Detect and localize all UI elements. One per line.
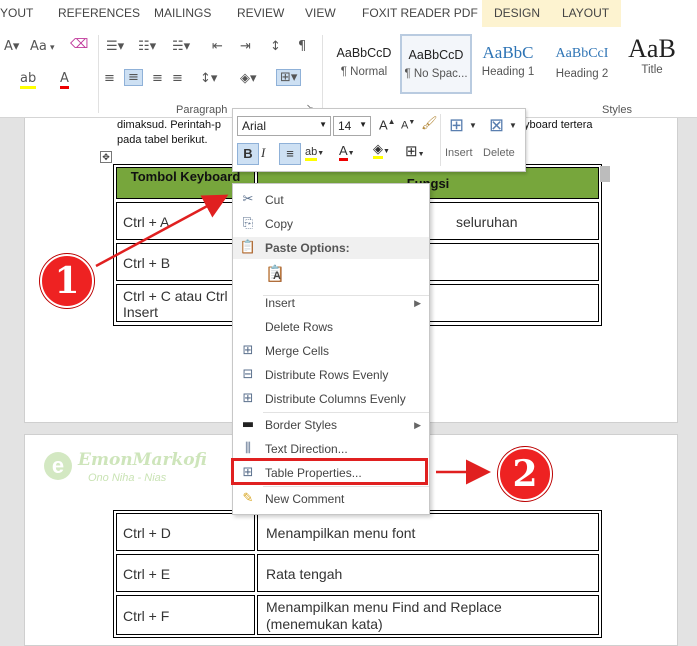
- step-badge-2: 2: [498, 447, 552, 501]
- arrow-step-1: [95, 194, 229, 268]
- step-badge-1: 1: [40, 254, 94, 308]
- annotation-arrows: [95, 194, 491, 485]
